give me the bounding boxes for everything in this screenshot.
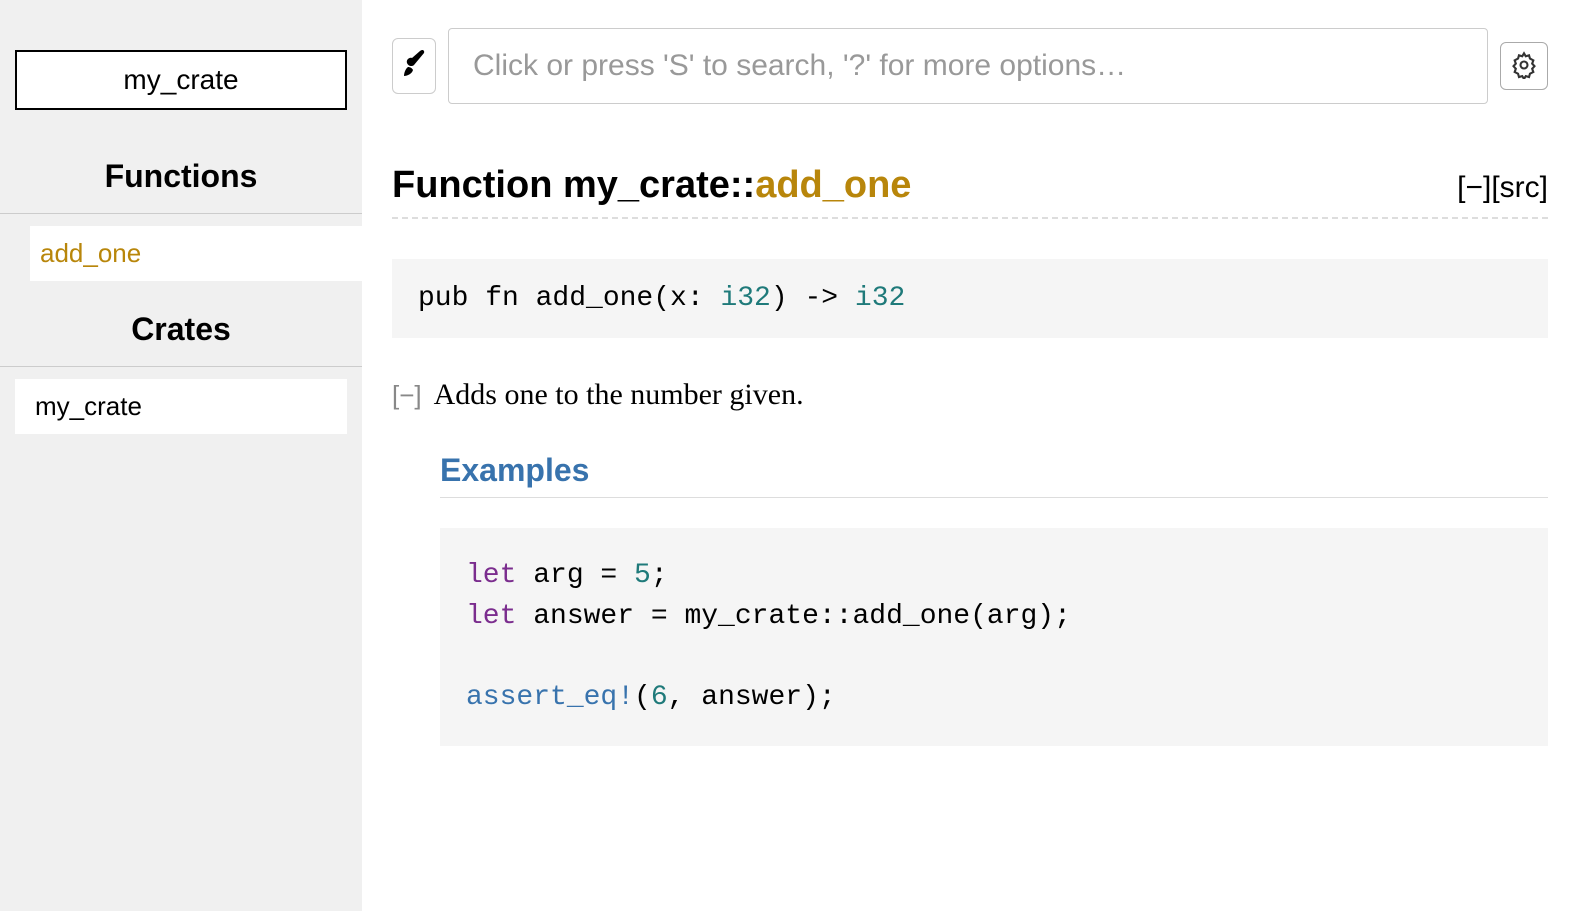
heading-prefix: Function bbox=[392, 164, 563, 206]
code-l2-rest: answer = my_crate::add_one(arg); bbox=[516, 601, 1071, 632]
sidebar: my_crate Functions add_one Crates my_cra… bbox=[0, 0, 362, 911]
sig-type-param: i32 bbox=[720, 283, 770, 314]
settings-button[interactable] bbox=[1500, 42, 1548, 90]
sig-mid: ) -> bbox=[771, 283, 855, 314]
heading-crate-path[interactable]: my_crate:: bbox=[563, 164, 755, 206]
sidebar-section-crates: Crates bbox=[0, 293, 362, 367]
code-num-5: 5 bbox=[634, 560, 651, 591]
code-macro-assert: assert_eq! bbox=[466, 682, 634, 713]
sidebar-item-my-crate[interactable]: my_crate bbox=[15, 379, 347, 434]
heading-actions: [−][src] bbox=[1457, 171, 1548, 205]
gear-icon bbox=[1510, 51, 1538, 82]
doc-summary-row: [−] Adds one to the number given. bbox=[392, 378, 1548, 412]
examples-section: Examples let arg = 5; let answer = my_cr… bbox=[440, 452, 1548, 746]
search-input[interactable] bbox=[448, 28, 1488, 104]
src-link[interactable]: [src] bbox=[1491, 171, 1548, 204]
code-num-6: 6 bbox=[651, 682, 668, 713]
top-bar bbox=[392, 28, 1548, 104]
sidebar-section-functions: Functions bbox=[0, 140, 362, 214]
theme-toggle-button[interactable] bbox=[392, 38, 436, 94]
collapse-all-toggle[interactable]: [−] bbox=[1457, 171, 1491, 204]
code-l1-end: ; bbox=[651, 560, 668, 591]
crate-name[interactable]: my_crate bbox=[15, 50, 347, 110]
doc-summary-text: Adds one to the number given. bbox=[434, 378, 804, 412]
example-code-block: let arg = 5; let answer = my_crate::add_… bbox=[440, 528, 1548, 746]
code-kw-let1: let bbox=[466, 560, 516, 591]
main-content: Function my_crate::add_one [−][src] pub … bbox=[362, 0, 1578, 911]
function-signature: pub fn add_one(x: i32) -> i32 bbox=[392, 259, 1548, 338]
page-title: Function my_crate::add_one bbox=[392, 164, 911, 207]
code-l3-open: ( bbox=[634, 682, 651, 713]
heading-fn-name[interactable]: add_one bbox=[755, 164, 911, 206]
examples-heading[interactable]: Examples bbox=[440, 452, 1548, 498]
collapse-toggle[interactable]: [−] bbox=[392, 380, 422, 411]
sig-pre: pub fn add_one(x: bbox=[418, 283, 720, 314]
code-l3-rest: , answer); bbox=[668, 682, 836, 713]
code-kw-let2: let bbox=[466, 601, 516, 632]
paintbrush-icon bbox=[402, 49, 426, 84]
sig-type-return: i32 bbox=[855, 283, 905, 314]
code-l1-rest: arg = bbox=[516, 560, 634, 591]
page-heading: Function my_crate::add_one [−][src] bbox=[392, 164, 1548, 219]
sidebar-item-add-one[interactable]: add_one bbox=[30, 226, 362, 281]
